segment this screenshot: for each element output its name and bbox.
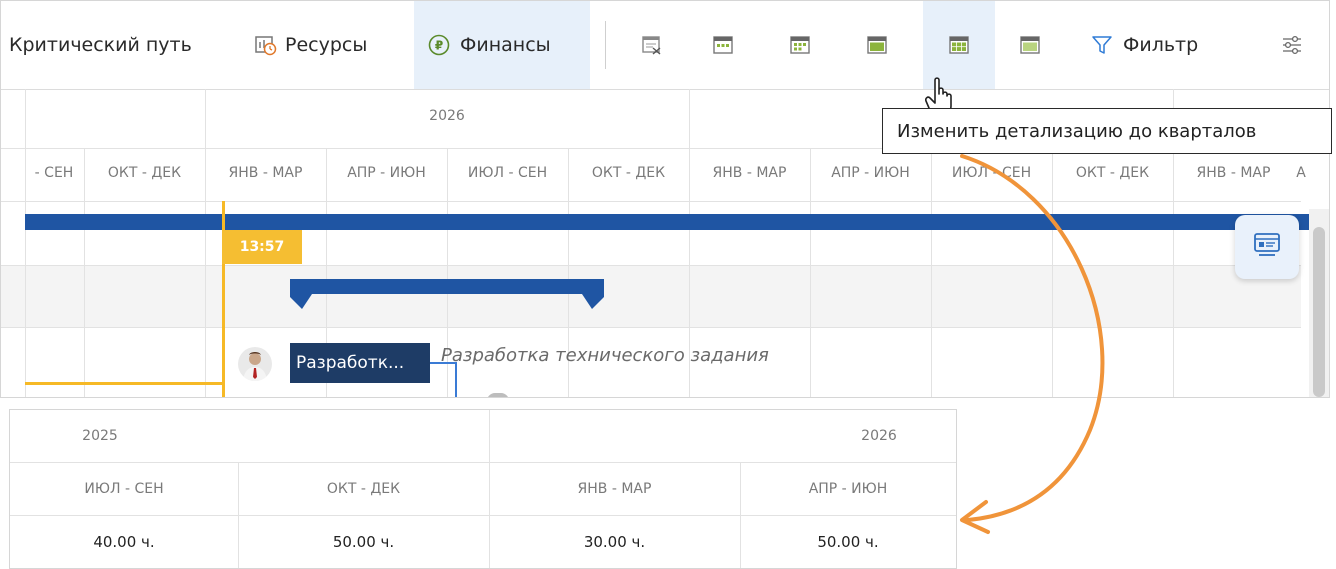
column-line	[84, 148, 85, 397]
hours-cell: 40.00 ч.	[93, 532, 155, 551]
column-line	[25, 89, 26, 397]
critical-path-label: Критический путь	[9, 34, 192, 56]
quarter-label: ЯНВ - МАР	[712, 165, 787, 181]
year-label: 2026	[429, 108, 465, 124]
calendar-weeks-icon	[789, 34, 811, 56]
filter-label: Фильтр	[1123, 34, 1199, 56]
quarter-label: ЯНВ - МАР	[577, 480, 652, 497]
quarter-label: ЯНВ - МАР	[228, 165, 303, 181]
arrow-annotation	[960, 154, 1105, 534]
year-boundary-line	[205, 89, 206, 397]
year-label: 2026	[861, 428, 897, 444]
scale-days-button[interactable]	[712, 1, 734, 89]
quarter-label: ИЮЛ - СЕН	[467, 165, 548, 181]
calendar-clear-icon	[641, 34, 663, 56]
calendar-years-icon	[1019, 34, 1041, 56]
today-connector	[25, 382, 225, 385]
scrollbar-thumb[interactable]	[1313, 227, 1325, 397]
calendar-days-icon	[712, 34, 734, 56]
quarter-label: АПР - ИЮН	[347, 165, 426, 181]
calendar-quarters-icon	[948, 34, 970, 56]
finances-button[interactable]: ₽ Финансы	[414, 1, 590, 89]
svg-text:₽: ₽	[435, 39, 443, 53]
dependency-line	[430, 362, 456, 364]
scale-months-button[interactable]	[866, 1, 888, 89]
quarter-label: - СЕН	[34, 165, 74, 181]
quarter-label: ОКТ - ДЕК	[107, 165, 182, 181]
resources-icon	[255, 34, 277, 56]
quarter-label: АПР - ИЮН	[808, 480, 888, 497]
side-panel-button[interactable]	[1235, 215, 1299, 279]
tooltip: Изменить детализацию до кварталов	[882, 108, 1332, 154]
critical-path-button[interactable]: Критический путь	[9, 1, 192, 89]
filter-button[interactable]: Фильтр	[1091, 1, 1198, 89]
hours-cell: 30.00 ч.	[583, 532, 646, 551]
filter-icon	[1091, 34, 1113, 56]
group-summary-bar[interactable]	[290, 279, 604, 311]
dependency-line	[455, 362, 457, 397]
scale-weeks-button[interactable]	[789, 1, 811, 89]
quarter-label: А	[1296, 165, 1306, 181]
quarter-label: ОКТ - ДЕК	[326, 480, 401, 497]
task-name: Разработка технического задания	[441, 345, 769, 366]
settings-button[interactable]	[1281, 1, 1303, 89]
hours-cell: 50.00 ч.	[332, 532, 395, 551]
column-line	[810, 148, 811, 397]
avatar[interactable]	[238, 347, 272, 381]
quarter-label: ОКТ - ДЕК	[591, 165, 666, 181]
scale-years-button[interactable]	[1019, 1, 1041, 89]
milestone-avatar-partial	[487, 393, 509, 397]
resources-button[interactable]: Ресурсы	[255, 1, 367, 89]
finance-detail-table: 2025 2026 ИЮЛ - СЕН ОКТ - ДЕК ЯНВ - МАР …	[9, 409, 957, 569]
hours-cell: 50.00 ч.	[817, 532, 879, 551]
calendar-months-icon	[866, 34, 888, 56]
year-label: 2025	[82, 428, 118, 444]
card-view-icon	[1252, 231, 1282, 263]
toolbar: Критический путь Ресурсы ₽ Финансы Фильт…	[1, 1, 1329, 90]
quarter-label: ИЮЛ - СЕН	[84, 480, 164, 497]
finances-label: Финансы	[460, 34, 551, 56]
quarter-label: АПР - ИЮН	[831, 165, 910, 181]
toolbar-separator	[605, 21, 606, 69]
ruble-icon: ₽	[428, 34, 450, 56]
column-line	[931, 148, 932, 397]
task-bar-label[interactable]: Разработк...	[290, 343, 430, 383]
quarter-label: ЯНВ - МАР	[1196, 165, 1271, 181]
clear-scale-button[interactable]	[641, 1, 663, 89]
resources-label: Ресурсы	[285, 34, 368, 56]
today-flag: 13:57	[222, 230, 302, 264]
sliders-icon	[1281, 34, 1303, 56]
